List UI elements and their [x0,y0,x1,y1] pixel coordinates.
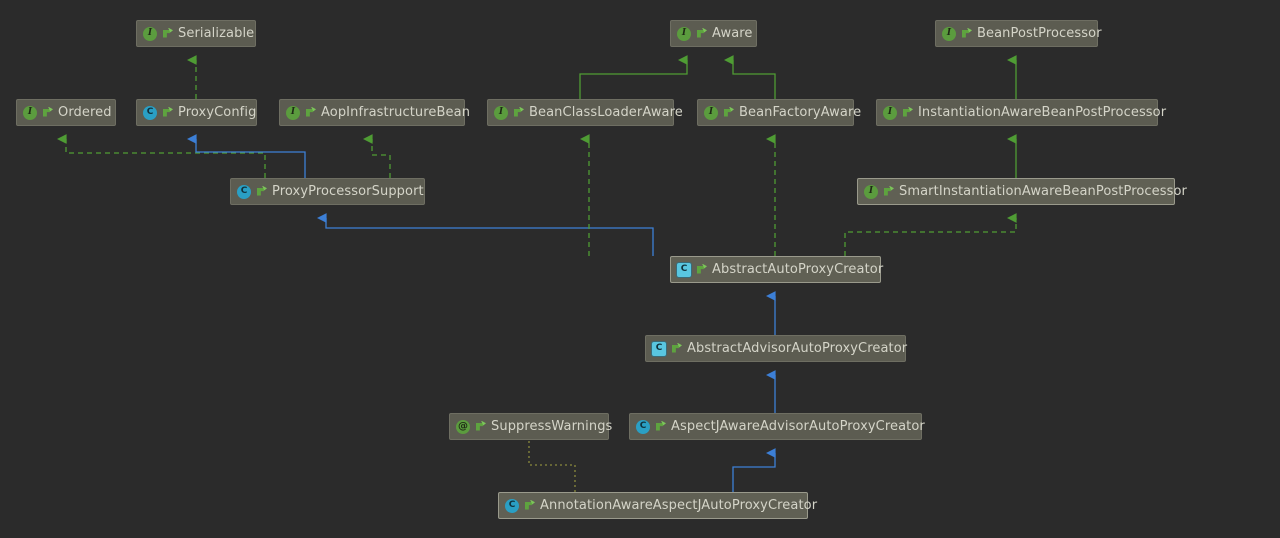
interface-icon: I [864,184,878,199]
annotation-icon: @ [456,419,470,434]
class-node-label: SuppressWarnings [491,419,613,434]
green-pointer-icon [902,107,913,119]
interface-icon: I [23,105,37,120]
diagram-edges [56,55,1017,492]
class-node-beanpostproc[interactable]: I BeanPostProcessor [935,20,1102,47]
class-node-label: AbstractAutoProxyCreator [712,262,884,277]
class-node-aspectjaware[interactable]: C AspectJAwareAdvisorAutoProxyCreator [629,413,925,440]
class-node-label: BeanFactoryAware [739,105,862,120]
green-pointer-icon [671,343,682,355]
class-node-label: AnnotationAwareAspectJAutoProxyCreator [540,498,818,513]
interface-icon: I [677,26,691,41]
edge-bclassloader-aware [579,55,688,99]
class-node-label: AspectJAwareAdvisorAutoProxyCreator [671,419,925,434]
interface-icon: I [286,105,300,120]
edge-annoaware-suppresswarn [528,440,576,492]
class-node-proxyconfig[interactable]: C ProxyConfig [136,99,257,126]
green-pointer-icon [475,421,486,433]
interface-icon: I [704,105,718,120]
class-node-label: Ordered [58,105,112,120]
green-pointer-icon [723,107,734,119]
class-node-label: BeanPostProcessor [977,26,1102,41]
class-node-aware[interactable]: I Aware [670,20,757,47]
class-node-label: SmartInstantiationAwareBeanPostProcessor [899,184,1188,199]
interface-icon: I [883,105,897,120]
green-pointer-icon [961,28,972,40]
class-node-annoaware[interactable]: C AnnotationAwareAspectJAutoProxyCreator [498,492,817,519]
class-node-bfactoryaware[interactable]: I BeanFactoryAware [697,99,861,126]
green-pointer-icon [256,186,267,198]
abstract-class-icon: C [677,262,691,277]
class-icon: C [143,105,157,120]
green-pointer-icon [42,107,53,119]
class-node-label: Serializable [178,26,255,41]
green-pointer-icon [305,107,316,119]
class-node-label: InstantiationAwareBeanPostProcessor [918,105,1167,120]
green-pointer-icon [883,186,894,198]
green-pointer-icon [162,28,173,40]
class-node-label: BeanClassLoaderAware [529,105,683,120]
green-pointer-icon [655,421,666,433]
class-icon: C [505,498,519,513]
class-node-aopinfra[interactable]: I AopInfrastructureBean [279,99,470,126]
class-node-label: AopInfrastructureBean [321,105,471,120]
edge-annoaware-aspectjaware [732,448,776,492]
class-node-label: AbstractAdvisorAutoProxyCreator [687,341,908,356]
class-icon: C [237,184,251,199]
class-node-absauto[interactable]: C AbstractAutoProxyCreator [670,256,884,283]
edge-proxysupport-proxyconfig [186,134,306,178]
class-node-ordered[interactable]: I Ordered [16,99,116,126]
edge-bfactoryaware-aware [723,55,776,99]
class-node-bclassloader[interactable]: I BeanClassLoaderAware [487,99,683,126]
class-node-label: Aware [712,26,753,41]
class-diagram-canvas[interactable]: I Serializable I Aware I BeanPostProcessor I Or… [0,0,1280,538]
interface-icon: I [143,26,157,41]
abstract-class-icon: C [652,341,666,356]
class-node-suppresswarn[interactable]: @ SuppressWarnings [449,413,613,440]
class-icon: C [636,419,650,434]
edge-proxysupport-ordered [56,134,266,178]
class-node-instaware[interactable]: I InstantiationAwareBeanPostProcessor [876,99,1166,126]
edge-absauto-smartinst [844,213,1017,256]
class-node-smartinst[interactable]: I SmartInstantiationAwareBeanPostProcesso… [857,178,1187,205]
edge-absauto-proxysupport [316,213,654,256]
class-node-label: ProxyProcessorSupport [272,184,424,199]
green-pointer-icon [513,107,524,119]
class-node-label: ProxyConfig [178,105,257,120]
class-node-proxysupport[interactable]: C ProxyProcessorSupport [230,178,425,205]
green-pointer-icon [162,107,173,119]
class-node-absadvisor[interactable]: C AbstractAdvisorAutoProxyCreator [645,335,908,362]
green-pointer-icon [524,500,535,512]
interface-icon: I [942,26,956,41]
class-node-serializable[interactable]: I Serializable [136,20,256,47]
green-pointer-icon [696,264,707,276]
green-pointer-icon [696,28,707,40]
edge-proxysupport-aopinfra [362,134,391,178]
interface-icon: I [494,105,508,120]
